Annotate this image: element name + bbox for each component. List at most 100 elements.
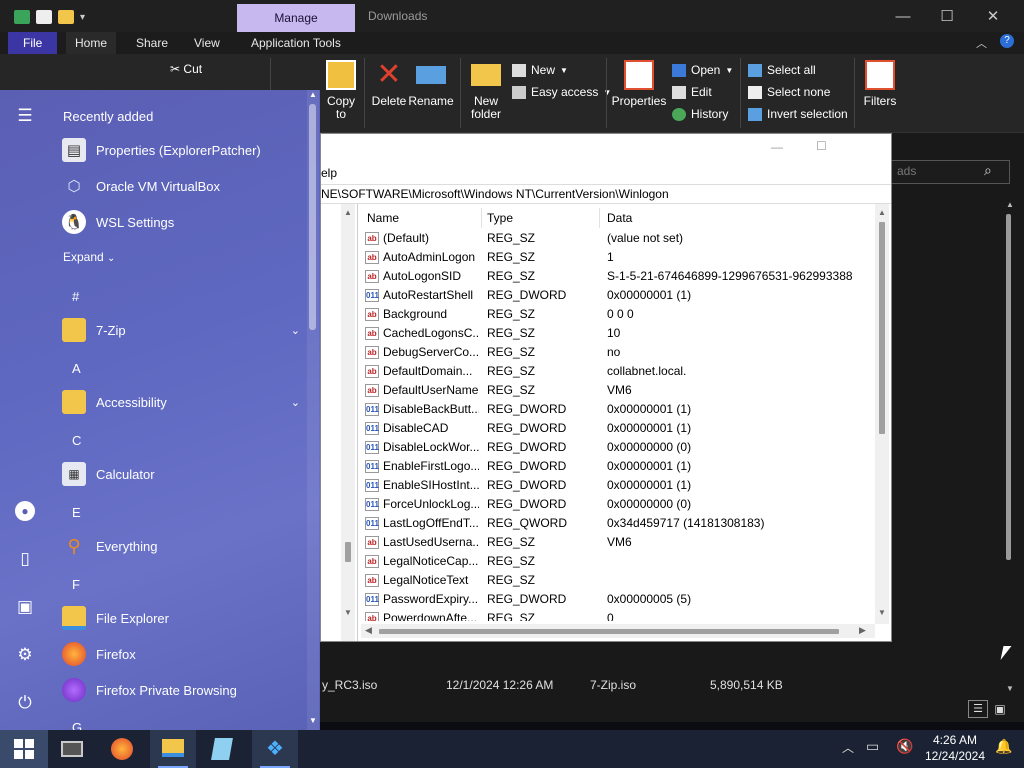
registry-tree-pane[interactable]: ▲ ▼	[321, 204, 358, 641]
scroll-down-icon[interactable]: ▼	[344, 608, 352, 617]
network-icon[interactable]: ▭	[866, 738, 879, 755]
tree-scroll-thumb[interactable]	[345, 542, 351, 562]
user-avatar-icon[interactable]: ●	[13, 499, 37, 523]
values-vertical-scrollbar[interactable]: ▲ ▼	[875, 204, 889, 624]
app-firefox[interactable]: Firefox	[62, 639, 308, 669]
properties-button[interactable]: Properties	[612, 60, 666, 108]
app-properties-explorerpatcher[interactable]: ▤ Properties (ExplorerPatcher)	[62, 135, 308, 165]
letter-heading-a[interactable]: A	[72, 361, 81, 376]
app-oracle-vm-virtualbox[interactable]: ⬡ Oracle VM VirtualBox	[62, 171, 308, 201]
app-everything[interactable]: ⚲ Everything	[62, 531, 308, 561]
tree-scrollbar[interactable]: ▲ ▼	[341, 204, 355, 641]
tab-view[interactable]: View	[185, 32, 229, 54]
scroll-up-icon[interactable]: ▲	[1006, 200, 1014, 209]
letter-heading-f[interactable]: F	[72, 577, 80, 592]
menu-help[interactable]: elp	[321, 166, 337, 180]
task-view-icon[interactable]	[58, 735, 86, 763]
registry-value-row[interactable]: 011 DisableCAD REG_DWORD 0x00000001 (1)	[361, 419, 881, 438]
column-header-name[interactable]: Name	[361, 208, 482, 228]
registry-value-row[interactable]: ab LastUsedUserna... REG_SZ VM6	[361, 533, 881, 552]
scroll-thumb[interactable]	[1006, 214, 1011, 560]
registry-value-row[interactable]: 011 LastLogOffEndT... REG_QWORD 0x34d459717…	[361, 514, 881, 533]
delete-button[interactable]: ✕ Delete	[366, 60, 412, 108]
app-file-explorer[interactable]: File Explorer	[62, 603, 308, 633]
notification-bell-icon[interactable]: 🔔	[995, 738, 1012, 755]
file-row[interactable]: y_RC3.iso 12/1/2024 12:26 AM 7-Zip.iso 5…	[322, 678, 1002, 696]
maximize-button[interactable]: ☐	[924, 4, 970, 28]
regedit-minimize-button[interactable]: —	[771, 140, 783, 154]
column-header-type[interactable]: Type	[481, 208, 600, 228]
chevron-down-icon[interactable]: ▾	[80, 12, 85, 23]
folder-7-zip[interactable]: 7-Zip ⌄	[62, 315, 308, 345]
letter-heading-c[interactable]: C	[72, 433, 81, 448]
registry-value-row[interactable]: 011 EnableFirstLogo... REG_DWORD 0x00000001…	[361, 457, 881, 476]
registry-value-row[interactable]: ab LegalNoticeText REG_SZ	[361, 571, 881, 590]
search-icon[interactable]: ⌕	[984, 162, 992, 179]
scroll-up-icon[interactable]: ▲	[344, 208, 352, 217]
start-button[interactable]	[0, 730, 48, 768]
tab-share[interactable]: Share	[127, 32, 177, 54]
registry-value-row[interactable]: 011 ForceUnlockLog... REG_DWORD 0x00000000 …	[361, 495, 881, 514]
minimize-button[interactable]: —	[880, 4, 926, 28]
large-icons-view-icon[interactable]: ▣	[990, 700, 1010, 718]
volume-muted-icon[interactable]: 🔇	[896, 738, 913, 755]
folder-accessibility[interactable]: Accessibility ⌄	[62, 387, 308, 417]
taskbar-registry-editor-button[interactable]: ❖	[252, 730, 298, 768]
taskbar-notepad-icon[interactable]	[208, 735, 236, 763]
filters-button[interactable]: Filters	[857, 60, 903, 108]
copy-to-button[interactable]: Copy to	[318, 60, 364, 121]
regedit-maximize-button[interactable]: ☐	[816, 139, 827, 153]
registry-value-row[interactable]: ab AutoLogonSID REG_SZ S-1-5-21-674646899-1…	[361, 267, 881, 286]
app-calculator[interactable]: ▦ Calculator	[62, 459, 308, 489]
registry-value-row[interactable]: ab DebugServerCo... REG_SZ no	[361, 343, 881, 362]
collapse-ribbon-icon[interactable]: ︿	[976, 35, 987, 51]
registry-values-list[interactable]: Name Type Data ab (Default) REG_SZ (value n…	[361, 204, 891, 641]
open-button[interactable]: Open ▼	[672, 61, 733, 79]
column-header-data[interactable]: Data	[601, 208, 877, 228]
registry-value-row[interactable]: ab Background REG_SZ 0 0 0	[361, 305, 881, 324]
app-firefox-private-browsing[interactable]: Firefox Private Browsing	[62, 675, 308, 705]
system-clock[interactable]: 4:26 AM 12/24/2024	[916, 732, 994, 764]
horizontal-scroll-thumb[interactable]	[379, 629, 839, 634]
invert-selection-button[interactable]: Invert selection	[748, 105, 848, 123]
letter-heading-g[interactable]: G	[72, 720, 82, 730]
registry-value-row[interactable]: 011 PasswordExpiry... REG_DWORD 0x00000005 …	[361, 590, 881, 609]
settings-gear-icon[interactable]: ⚙	[13, 643, 37, 667]
values-scroll-thumb[interactable]	[879, 222, 885, 434]
hamburger-menu-icon[interactable]: ☰	[13, 104, 37, 128]
rename-button[interactable]: Rename	[408, 60, 454, 108]
taskbar-file-explorer-button[interactable]	[150, 730, 196, 768]
easy-access-button[interactable]: Easy access ▼	[512, 83, 611, 101]
properties-quick-icon[interactable]	[36, 10, 52, 24]
expand-button[interactable]: Expand ⌄	[63, 250, 115, 264]
documents-icon[interactable]: ▯	[13, 547, 37, 571]
history-button[interactable]: History	[672, 105, 728, 123]
tab-home[interactable]: Home	[66, 32, 117, 54]
values-horizontal-scrollbar[interactable]: ◀ ▶	[361, 624, 875, 638]
manage-context-tab[interactable]: Manage	[237, 4, 355, 32]
taskbar-firefox-icon[interactable]	[108, 735, 136, 763]
registry-value-row[interactable]: 011 DisableLockWor... REG_DWORD 0x00000000 …	[361, 438, 881, 457]
new-item-button[interactable]: New ▼	[512, 61, 568, 79]
tab-file[interactable]: File	[8, 32, 58, 54]
scroll-up-icon[interactable]: ▲	[309, 90, 317, 99]
close-button[interactable]: ✕	[970, 4, 1016, 28]
help-icon[interactable]: ?	[1000, 34, 1014, 48]
registry-value-row[interactable]: ab AutoAdminLogon REG_SZ 1	[361, 248, 881, 267]
registry-value-row[interactable]: ab DefaultDomain... REG_SZ collabnet.local.	[361, 362, 881, 381]
registry-value-row[interactable]: 011 AutoRestartShell REG_DWORD 0x00000001 (…	[361, 286, 881, 305]
scroll-right-icon[interactable]: ▶	[859, 625, 866, 636]
registry-value-row[interactable]: ab PowerdownAfte... REG_SZ 0	[361, 609, 881, 621]
select-all-button[interactable]: Select all	[748, 61, 816, 79]
scroll-down-icon[interactable]: ▼	[1006, 684, 1014, 693]
pictures-icon[interactable]: ▣	[13, 595, 37, 619]
registry-value-row[interactable]: 011 DisableBackButt... REG_DWORD 0x00000001…	[361, 400, 881, 419]
registry-value-row[interactable]: 011 EnableSIHostInt... REG_DWORD 0x00000001…	[361, 476, 881, 495]
address-bar[interactable]: NE\SOFTWARE\Microsoft\Windows NT\Current…	[321, 184, 891, 204]
registry-value-row[interactable]: ab (Default) REG_SZ (value not set)	[361, 229, 881, 248]
show-hidden-icons-chevron-icon[interactable]: ︿	[842, 739, 854, 756]
registry-value-row[interactable]: ab DefaultUserName REG_SZ VM6	[361, 381, 881, 400]
letter-heading-e[interactable]: E	[72, 505, 81, 520]
start-menu-scroll-thumb[interactable]	[309, 104, 316, 330]
new-folder-button[interactable]: New folder	[463, 60, 509, 121]
